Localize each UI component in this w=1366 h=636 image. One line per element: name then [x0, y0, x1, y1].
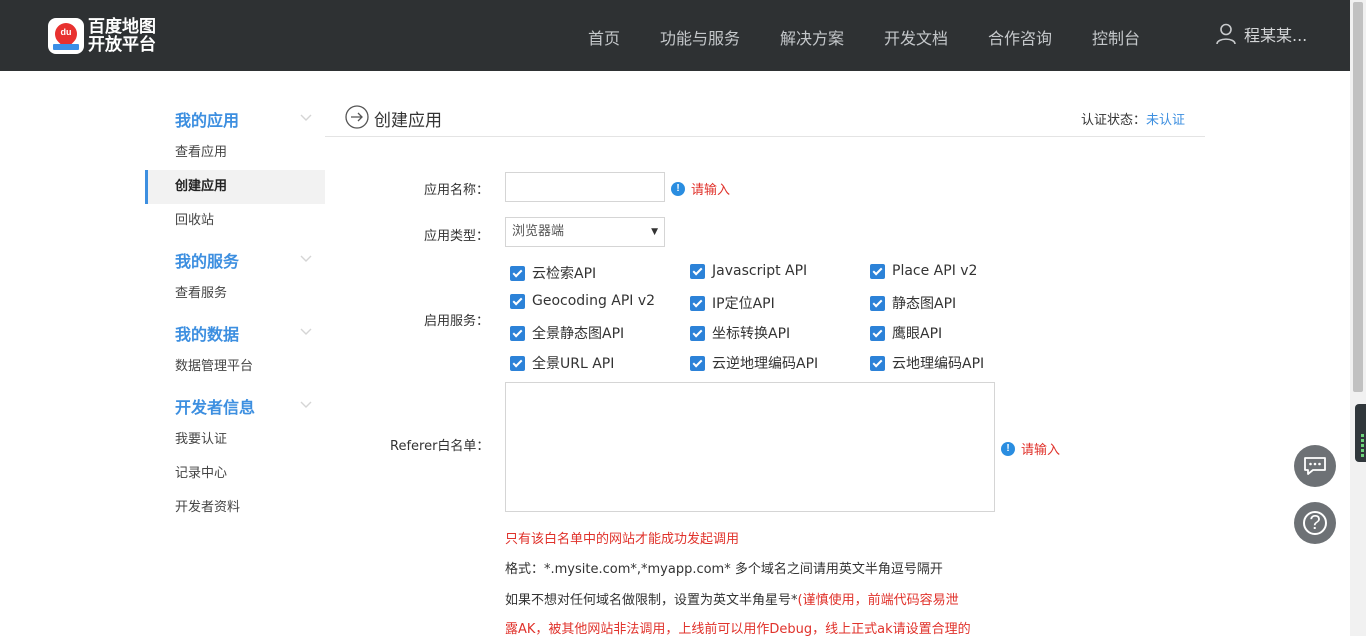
checkbox-checked-icon: [510, 325, 525, 341]
checkbox-checked-icon: [870, 355, 885, 371]
service-checkbox-place-api[interactable]: Place API v2: [870, 263, 977, 279]
chevron-down-icon[interactable]: [300, 401, 312, 409]
wildcard-note: 如果不想对任何域名做限制，设置为英文半角星号*(谨慎使用，前端代码容易泄: [505, 593, 959, 608]
sidebar-group-my-data[interactable]: 我的数据: [175, 321, 239, 345]
app-type-select[interactable]: 浏览器端 ▼: [505, 217, 665, 247]
baidu-map-logo-icon: du: [48, 18, 84, 54]
service-checkbox-cloud-search[interactable]: 云检索API: [510, 263, 596, 283]
app-type-value: 浏览器端: [512, 224, 565, 239]
checkbox-checked-icon: [870, 325, 885, 341]
service-checkbox-javascript-api[interactable]: Javascript API: [690, 263, 807, 279]
cert-label: 认证状态：: [1080, 113, 1146, 128]
baidu-map-logo[interactable]: du 百度地图 开放平台: [48, 18, 156, 54]
nav-dev-docs[interactable]: 开发文档: [884, 25, 948, 49]
app-name-hint: ! 请输入: [671, 179, 730, 198]
service-checkbox-eagle-eye[interactable]: 鹰眼API: [870, 323, 942, 343]
referer-hint: ! 请输入: [1001, 439, 1060, 458]
page-title: 创建应用: [374, 111, 442, 131]
warning-icon: !: [671, 181, 685, 196]
checkbox-checked-icon: [510, 355, 525, 371]
sidebar-item-view-apps[interactable]: 查看应用: [145, 136, 325, 170]
cert-link[interactable]: 未认证: [1146, 113, 1185, 128]
checkbox-checked-icon: [690, 325, 705, 341]
chevron-down-icon[interactable]: [300, 328, 312, 336]
checkbox-checked-icon: [870, 263, 885, 279]
app-type-label: 应用类型：: [424, 229, 490, 244]
sidebar-item-create-app[interactable]: 创建应用: [145, 170, 325, 204]
referer-whitelist-textarea[interactable]: [505, 382, 995, 512]
user-icon: [1216, 23, 1236, 45]
logo-line-1: 百度地图: [88, 17, 156, 37]
nav-home[interactable]: 首页: [588, 25, 620, 49]
service-checkbox-static-map[interactable]: 静态图API: [870, 293, 956, 313]
checkbox-checked-icon: [690, 263, 705, 279]
checkbox-checked-icon: [690, 295, 705, 311]
help-button[interactable]: ?: [1294, 502, 1336, 544]
service-checkbox-panorama-static[interactable]: 全景静态图API: [510, 323, 624, 343]
user-menu[interactable]: 程某某...: [1216, 22, 1307, 46]
chevron-down-icon[interactable]: [300, 255, 312, 263]
user-name: 程某某...: [1244, 26, 1308, 45]
sidebar-item-data-platform[interactable]: 数据管理平台: [145, 350, 325, 384]
chat-icon: [1304, 457, 1326, 475]
chevron-down-icon[interactable]: [300, 114, 312, 122]
nav-features-services[interactable]: 功能与服务: [660, 25, 740, 49]
logo-line-2: 开放平台: [88, 35, 156, 55]
sidebar-group-my-services[interactable]: 我的服务: [175, 248, 239, 272]
help-icon: ?: [1303, 511, 1327, 535]
format-note: 格式：*.mysite.com*,*myapp.com* 多个域名之间请用英文半…: [505, 562, 943, 577]
app-name-input[interactable]: [505, 172, 665, 202]
page-scrollbar[interactable]: [1350, 0, 1366, 636]
service-checkbox-ip-location[interactable]: IP定位API: [690, 293, 775, 313]
service-checkbox-reverse-geocode[interactable]: 云逆地理编码API: [690, 353, 818, 373]
scrollbar-thumb[interactable]: [1353, 2, 1363, 392]
service-checkbox-cloud-geocode[interactable]: 云地理编码API: [870, 353, 984, 373]
service-checkbox-panorama-url[interactable]: 全景URL API: [510, 353, 614, 373]
caret-down-icon: ▼: [651, 227, 658, 237]
page-header: 创建应用 认证状态：未认证: [325, 100, 1205, 137]
nav-cooperation[interactable]: 合作咨询: [988, 25, 1052, 49]
checkbox-checked-icon: [510, 265, 525, 281]
top-navigation-bar: du 百度地图 开放平台 首页 功能与服务 解决方案 开发文档 合作咨询 控制台…: [0, 0, 1350, 71]
sidebar-group-my-apps[interactable]: 我的应用: [175, 107, 239, 131]
referer-label: Referer白名单：: [390, 439, 490, 454]
side-widget-tab[interactable]: [1355, 404, 1366, 462]
certification-status: 认证状态：未认证: [1081, 109, 1185, 128]
nav-solutions[interactable]: 解决方案: [780, 25, 844, 49]
service-checkbox-geocoding[interactable]: Geocoding API v2: [510, 293, 655, 309]
wildcard-warning: 露AK，被其他网站非法调用，上线前可以用作Debug，线上正式ak请设置合理的: [505, 622, 971, 636]
sidebar-item-view-services[interactable]: 查看服务: [145, 277, 325, 311]
sidebar-item-verify[interactable]: 我要认证: [145, 423, 325, 457]
arrow-right-circle-icon: [345, 105, 369, 129]
sidebar-item-dev-profile[interactable]: 开发者资料: [145, 491, 325, 525]
warning-icon: !: [1001, 441, 1015, 456]
whitelist-note: 只有该白名单中的网站才能成功发起调用: [505, 532, 740, 547]
nav-console[interactable]: 控制台: [1092, 25, 1140, 49]
service-checkbox-coord-convert[interactable]: 坐标转换API: [690, 323, 790, 343]
chat-button[interactable]: [1294, 445, 1336, 487]
services-label: 启用服务：: [424, 314, 490, 329]
sidebar-item-records[interactable]: 记录中心: [145, 457, 325, 491]
checkbox-checked-icon: [690, 355, 705, 371]
app-name-label: 应用名称：: [424, 183, 490, 198]
checkbox-checked-icon: [510, 293, 525, 309]
logo-text: 百度地图 开放平台: [88, 18, 156, 54]
checkbox-checked-icon: [870, 295, 885, 311]
sidebar-item-recycle-bin[interactable]: 回收站: [145, 204, 325, 238]
sidebar-group-dev-info[interactable]: 开发者信息: [175, 394, 255, 418]
